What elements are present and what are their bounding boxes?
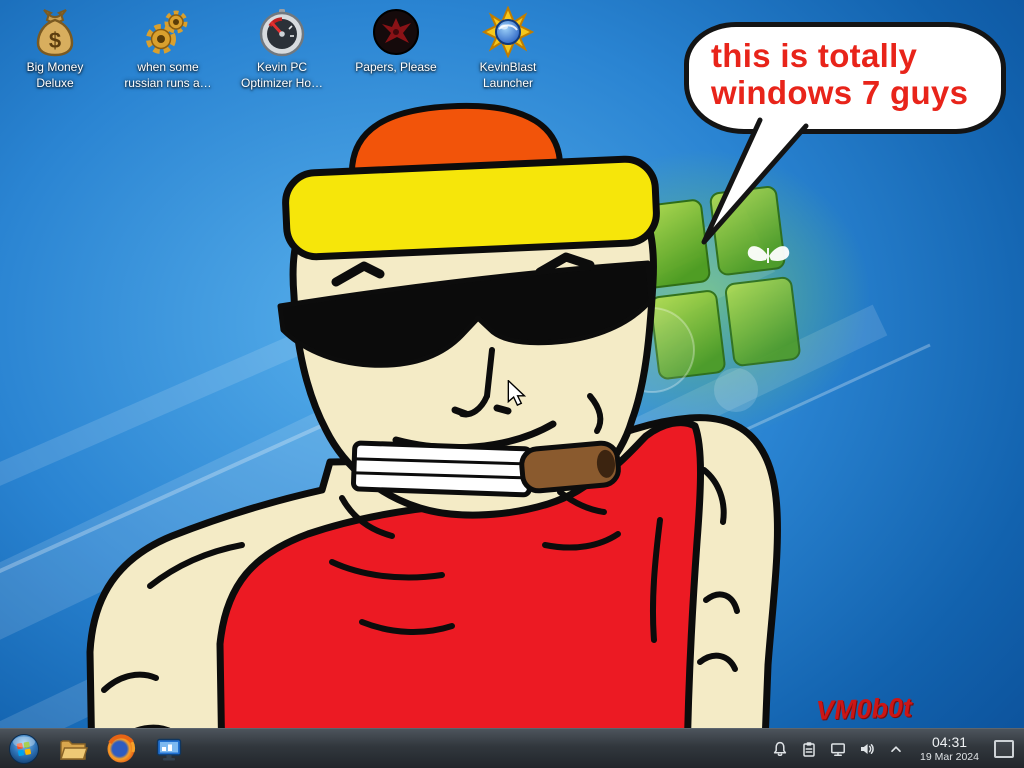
- taskbar-system-monitor-button[interactable]: [154, 734, 184, 764]
- monitor-icon: [154, 734, 184, 764]
- volume-icon[interactable]: [858, 740, 876, 758]
- tray-expand-icon[interactable]: [887, 740, 905, 758]
- firefox-icon: [106, 734, 136, 764]
- start-button[interactable]: [8, 733, 40, 765]
- starburst-globe-icon: [482, 6, 534, 58]
- desktop-icon-big-money-deluxe[interactable]: $ Big Money Deluxe: [7, 6, 103, 91]
- desktop-icon-kevinblast-launcher[interactable]: KevinBlast Launcher: [460, 6, 556, 91]
- windows-logo: [634, 186, 801, 380]
- papers-please-emblem-icon: [370, 6, 422, 58]
- taskbar-firefox-button[interactable]: [106, 734, 136, 764]
- clock[interactable]: 04:31 19 Mar 2024: [920, 734, 979, 762]
- desktop-icon-papers-please[interactable]: Papers, Please: [348, 6, 444, 76]
- desktop-icon-label: Papers, Please: [355, 60, 436, 76]
- gauge-icon: [256, 6, 308, 58]
- taskbar-file-manager-button[interactable]: [58, 734, 88, 764]
- clipboard-icon[interactable]: [800, 740, 818, 758]
- start-orb-icon: [8, 733, 40, 765]
- logo-glow: [540, 150, 870, 440]
- money-bag-icon: $: [29, 6, 81, 58]
- speech-bubble-line2: windows 7 guys: [711, 74, 991, 111]
- system-tray: 04:31 19 Mar 2024: [771, 734, 1016, 762]
- butterfly-icon: [748, 246, 789, 263]
- desktop-icon-when-some-russian[interactable]: when some russian runs a…: [120, 6, 216, 91]
- clock-date: 19 Mar 2024: [920, 751, 979, 763]
- taskbar: 04:31 19 Mar 2024: [0, 728, 1024, 768]
- desktop-icon-label: when some russian runs a…: [120, 60, 216, 91]
- speech-bubble-line1: this is totally: [711, 37, 991, 74]
- notifications-icon[interactable]: [771, 740, 789, 758]
- device-notifier-icon[interactable]: [829, 740, 847, 758]
- desktop: $ Big Money Deluxe when some russian run…: [0, 0, 1024, 768]
- watermark: VM0b0t: [815, 692, 912, 726]
- desktop-icon-label: Big Money Deluxe: [7, 60, 103, 91]
- desktop-icon-label: KevinBlast Launcher: [460, 60, 556, 91]
- speech-bubble: this is totally windows 7 guys: [684, 22, 1006, 134]
- svg-text:$: $: [49, 28, 61, 53]
- clock-time: 04:31: [920, 734, 979, 750]
- desktop-icon-label: Kevin PC Optimizer Ho…: [234, 60, 330, 91]
- gears-icon: [142, 6, 194, 58]
- desktop-icon-kevin-pc-optimizer[interactable]: Kevin PC Optimizer Ho…: [234, 6, 330, 91]
- mouse-cursor: [506, 380, 528, 406]
- show-desktop-button[interactable]: [994, 740, 1014, 758]
- folder-icon: [58, 734, 88, 764]
